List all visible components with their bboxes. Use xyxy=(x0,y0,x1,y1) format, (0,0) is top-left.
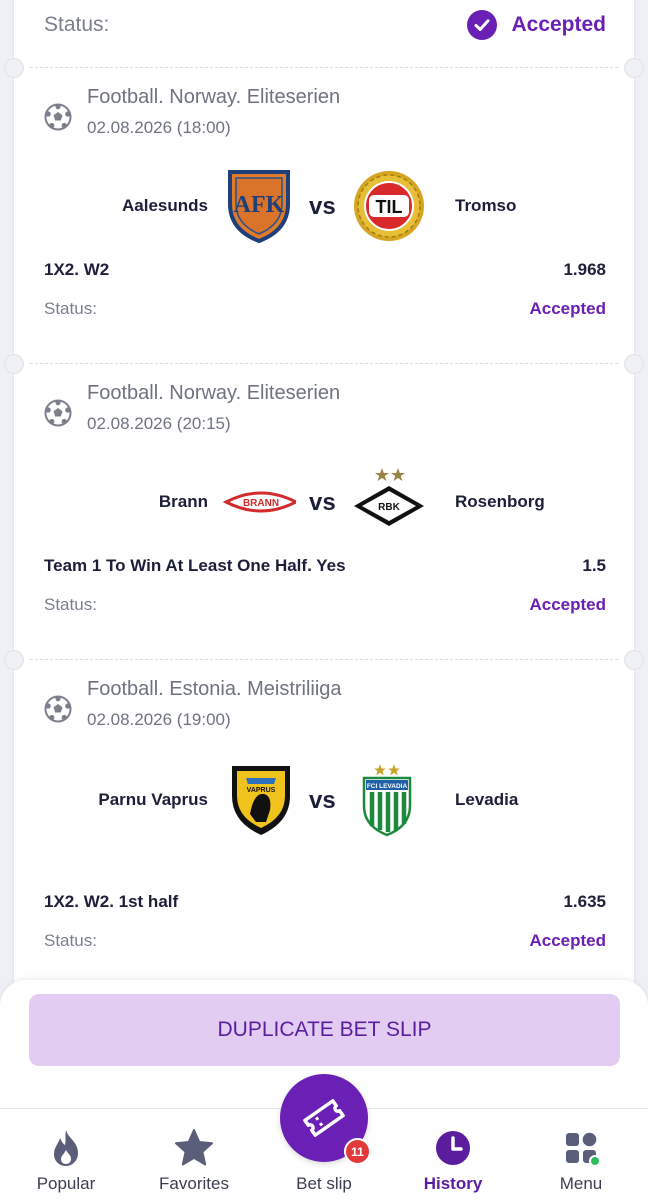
match-datetime: 02.08.2026 (19:00) xyxy=(87,710,231,729)
tromso-logo: TIL xyxy=(354,171,424,241)
divider xyxy=(30,659,618,660)
status-value: Accepted xyxy=(467,10,606,40)
status-value-text: Accepted xyxy=(511,13,606,36)
divider xyxy=(30,67,618,68)
slip-status-row: Status: Accepted xyxy=(44,10,606,40)
status-label: Status: xyxy=(44,931,97,950)
nav-menu[interactable]: Menu xyxy=(521,1128,641,1194)
flame-icon xyxy=(54,1130,78,1166)
bet-row: 1X2. W2 1.968 xyxy=(44,260,606,280)
bet-row: Team 1 To Win At Least One Half. Yes 1.5 xyxy=(44,556,606,576)
divider xyxy=(30,363,618,364)
football-icon xyxy=(44,399,72,427)
parnu-vaprus-logo-text: VAPRUS xyxy=(247,787,276,794)
nav-label: Favorites xyxy=(159,1174,229,1193)
bet-selection: 1X2. W2. 1st half xyxy=(44,892,179,911)
ticket-notch xyxy=(4,354,24,374)
nav-label: Menu xyxy=(559,1174,603,1193)
tromso-logo-text: TIL xyxy=(376,197,403,217)
team1-name: Brann xyxy=(158,492,208,511)
status-label: Status: xyxy=(44,299,97,318)
nav-favorites[interactable]: Favorites xyxy=(134,1128,254,1194)
match-row: Parnu Vaprus VAPRUS vs FCI LEVADIA Levad… xyxy=(14,760,634,840)
status-label: Status: xyxy=(44,13,110,36)
grid-icon xyxy=(566,1132,601,1167)
league-name: Football. Norway. Eliteserien xyxy=(87,86,341,108)
football-icon xyxy=(44,103,72,131)
match-row: Aalesunds AFK vs TIL Tromso xyxy=(14,166,634,246)
ticket-notch xyxy=(624,354,644,374)
bottom-panel: DUPLICATE BET SLIP Popular Favorites 11 xyxy=(0,980,648,1200)
parnu-vaprus-logo: VAPRUS xyxy=(232,766,290,835)
league-header: Football. Estonia. Meistriliiga 02.08.20… xyxy=(44,678,342,730)
ticket-notch xyxy=(624,650,644,670)
vs-label: vs xyxy=(309,489,336,516)
team1-name: Parnu Vaprus xyxy=(98,790,208,809)
rosenborg-logo: RBK xyxy=(354,468,424,526)
aalesunds-logo-text: AFK xyxy=(234,192,285,218)
league-header: Football. Norway. Eliteserien 02.08.2026… xyxy=(44,86,340,138)
bet-selection: Team 1 To Win At Least One Half. Yes xyxy=(44,556,346,575)
match-datetime: 02.08.2026 (18:00) xyxy=(87,118,231,137)
match-row: Brann BRANN vs RBK Rosenborg xyxy=(14,462,634,542)
brann-logo: BRANN xyxy=(222,491,296,513)
bet-odds: 1.5 xyxy=(582,556,606,575)
league-name: Football. Norway. Eliteserien xyxy=(87,382,341,404)
nav-label: Popular xyxy=(36,1174,96,1193)
ticket-notch xyxy=(4,58,24,78)
nav-history[interactable]: History xyxy=(393,1128,513,1194)
team2-name: Levadia xyxy=(455,790,519,809)
team2-name: Rosenborg xyxy=(455,492,545,511)
ticket-notch xyxy=(4,650,24,670)
status-value: Accepted xyxy=(529,299,606,318)
vs-label: vs xyxy=(309,193,336,220)
clock-icon xyxy=(436,1131,470,1165)
match-datetime: 02.08.2026 (20:15) xyxy=(87,414,231,433)
event-status-row: Status: Accepted xyxy=(44,299,606,319)
duplicate-bet-slip-button[interactable]: DUPLICATE BET SLIP xyxy=(29,994,620,1066)
status-label: Status: xyxy=(44,595,97,614)
league-header: Football. Norway. Eliteserien 02.08.2026… xyxy=(44,382,340,434)
event-status-row: Status: Accepted xyxy=(44,595,606,615)
aalesunds-logo: AFK xyxy=(228,170,290,244)
bet-odds: 1.635 xyxy=(563,892,606,911)
brann-logo-text: BRANN xyxy=(243,498,279,509)
ticket-notch xyxy=(624,58,644,78)
bet-odds: 1.968 xyxy=(563,260,606,279)
star-icon xyxy=(175,1129,213,1166)
rosenborg-logo-text: RBK xyxy=(378,502,400,513)
football-icon xyxy=(44,695,72,723)
levadia-logo: FCI LEVADIA xyxy=(362,764,412,837)
status-value: Accepted xyxy=(529,595,606,614)
status-value: Accepted xyxy=(529,931,606,950)
bet-row: 1X2. W2. 1st half 1.635 xyxy=(44,892,606,912)
league-name: Football. Estonia. Meistriliiga xyxy=(87,678,342,700)
nav-popular[interactable]: Popular xyxy=(6,1128,126,1194)
event-status-row: Status: Accepted xyxy=(44,931,606,951)
check-circle-icon xyxy=(467,10,498,40)
vs-label: vs xyxy=(309,787,336,814)
team2-name: Tromso xyxy=(455,196,517,215)
nav-bet-slip[interactable]: Bet slip xyxy=(264,1128,384,1194)
nav-label: Bet slip xyxy=(296,1174,352,1193)
bet-selection: 1X2. W2 xyxy=(44,260,110,279)
nav-label: History xyxy=(423,1174,483,1193)
levadia-logo-text: FCI LEVADIA xyxy=(367,783,408,790)
team1-name: Aalesunds xyxy=(122,196,208,215)
